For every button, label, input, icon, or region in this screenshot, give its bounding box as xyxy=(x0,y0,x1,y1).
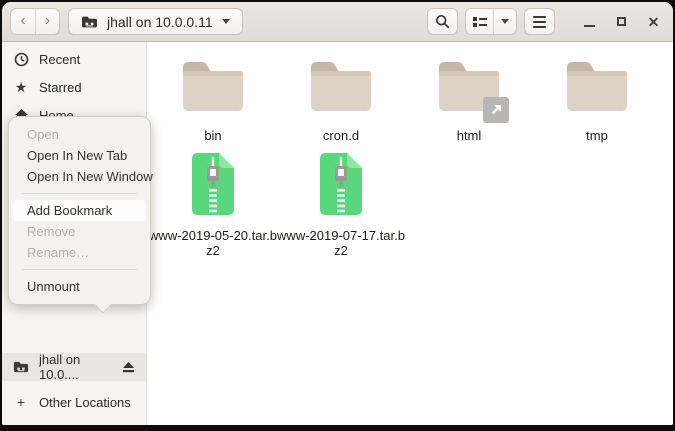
view-list-icon xyxy=(473,16,487,28)
sidebar-item-label: jhall on 10.0.... xyxy=(39,352,112,382)
file-item[interactable]: cron.d xyxy=(276,60,406,143)
chevron-down-icon xyxy=(501,19,509,24)
location-path-button[interactable]: jhall on 10.0.0.11 xyxy=(68,8,243,35)
sidebar-item-label: Recent xyxy=(39,52,80,67)
menu-item-rename: Rename… xyxy=(13,242,146,263)
hamburger-icon xyxy=(533,16,546,28)
file-item[interactable]: bin xyxy=(148,60,278,143)
file-name: html xyxy=(457,128,482,143)
file-item[interactable]: www-2019-05-20.tar.bz2 xyxy=(148,152,278,258)
sidebar-item-starred[interactable]: ★ Starred xyxy=(2,73,146,101)
window-controls: ✕ xyxy=(578,10,665,33)
close-button[interactable]: ✕ xyxy=(642,10,665,33)
context-menu: Open Open In New Tab Open In New Window … xyxy=(8,116,151,305)
plus-icon: + xyxy=(13,394,29,410)
file-name: tmp xyxy=(586,128,608,143)
menu-item-unmount[interactable]: Unmount xyxy=(13,276,146,297)
archive-icon xyxy=(315,152,367,221)
folder-icon xyxy=(181,60,245,117)
clock-icon xyxy=(13,52,29,67)
location-path-label: jhall on 10.0.0.11 xyxy=(107,14,213,30)
chevron-right-icon: › xyxy=(45,13,50,31)
sidebar-item-other-locations[interactable]: + Other Locations xyxy=(2,388,146,416)
maximize-button[interactable] xyxy=(610,10,633,33)
menu-separator xyxy=(22,193,137,194)
view-toggle-group xyxy=(465,8,517,35)
file-name: www-2019-07-17.tar.bz2 xyxy=(276,228,406,258)
sidebar-item-mount[interactable]: jhall on 10.0.... xyxy=(2,353,146,381)
close-icon: ✕ xyxy=(648,15,660,29)
folder-icon xyxy=(437,60,501,117)
view-list-button[interactable] xyxy=(466,9,493,34)
minimize-icon xyxy=(584,25,595,27)
folder-icon xyxy=(309,60,373,117)
symlink-emblem-icon xyxy=(483,97,509,123)
chevron-left-icon: ‹ xyxy=(20,13,25,31)
eject-icon xyxy=(122,361,135,373)
file-item[interactable]: tmp xyxy=(532,60,662,143)
eject-button[interactable] xyxy=(122,361,135,373)
menu-item-add-bookmark[interactable]: Add Bookmark xyxy=(13,200,146,221)
search-button[interactable] xyxy=(427,8,458,35)
nav-button-group: ‹ › xyxy=(10,8,60,35)
file-item[interactable]: html xyxy=(404,60,534,143)
sidebar-item-recent[interactable]: Recent xyxy=(2,45,146,73)
chevron-down-icon xyxy=(222,19,230,24)
file-name: bin xyxy=(204,128,221,143)
sidebar-item-label: Starred xyxy=(39,80,82,95)
menu-item-remove: Remove xyxy=(13,221,146,242)
forward-button[interactable]: › xyxy=(35,9,59,34)
minimize-button[interactable] xyxy=(578,10,601,33)
folder-icon xyxy=(565,60,629,117)
menu-button[interactable] xyxy=(524,8,555,35)
file-name: www-2019-05-20.tar.bz2 xyxy=(148,228,278,258)
remote-folder-icon xyxy=(13,360,29,374)
remote-folder-icon xyxy=(81,15,98,29)
star-icon: ★ xyxy=(13,79,29,96)
file-item[interactable]: www-2019-07-17.tar.bz2 xyxy=(276,152,406,258)
file-grid: bin cron.d xyxy=(147,42,673,425)
menu-item-open-new-tab[interactable]: Open In New Tab xyxy=(13,145,146,166)
menu-separator xyxy=(22,269,137,270)
sidebar-item-label: Other Locations xyxy=(39,395,131,410)
titlebar: ‹ › jhall on 10.0.0.11 xyxy=(2,2,673,42)
file-name: cron.d xyxy=(323,128,359,143)
screen: ‹ › jhall on 10.0.0.11 xyxy=(0,0,675,431)
menu-item-open: Open xyxy=(13,124,146,145)
back-button[interactable]: ‹ xyxy=(11,9,35,34)
file-manager-window: ‹ › jhall on 10.0.0.11 xyxy=(2,2,673,425)
maximize-icon xyxy=(617,17,626,26)
view-options-button[interactable] xyxy=(493,9,516,34)
archive-icon xyxy=(187,152,239,221)
menu-item-open-new-window[interactable]: Open In New Window xyxy=(13,166,146,187)
search-icon xyxy=(435,14,450,29)
